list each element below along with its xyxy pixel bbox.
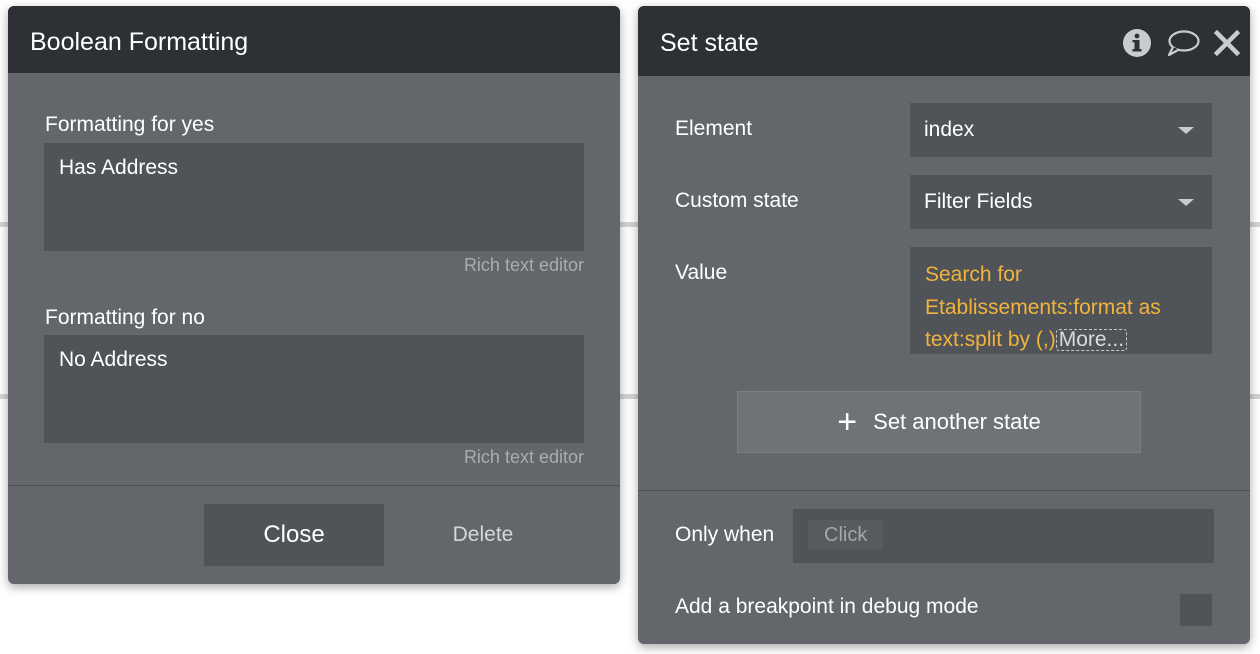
element-label: Element (675, 117, 753, 140)
panel-title: Boolean Formatting (8, 6, 620, 73)
formatting-no-label: Formatting for no (45, 306, 205, 329)
set-another-state-button[interactable]: + Set another state (737, 391, 1141, 453)
plus-icon: + (837, 403, 858, 441)
element-value: index (924, 118, 975, 141)
set-another-state-label: Set another state (873, 409, 1041, 434)
section-divider (638, 490, 1250, 491)
formatting-yes-input[interactable]: Has Address (44, 143, 584, 251)
value-expression-field[interactable]: Search for Etablissements:format as text… (910, 247, 1212, 354)
info-icon[interactable] (1122, 28, 1152, 58)
only-when-label: Only when (675, 523, 775, 546)
set-state-panel: Set state Element index Custom state Fil… (638, 6, 1250, 644)
comment-icon[interactable] (1166, 28, 1200, 58)
breakpoint-label: Add a breakpoint in debug mode (675, 595, 979, 618)
rich-text-editor-link[interactable]: Rich text editor (464, 255, 584, 276)
chevron-down-icon (1178, 199, 1194, 206)
panel-title: Set state (638, 6, 1250, 76)
breakpoint-checkbox[interactable] (1180, 594, 1212, 626)
only-when-field[interactable]: Click (793, 509, 1214, 563)
close-button[interactable]: Close (204, 504, 384, 566)
formatting-no-input[interactable]: No Address (44, 335, 584, 443)
boolean-formatting-panel: Boolean Formatting Formatting for yes Ha… (8, 6, 620, 584)
footer-divider (8, 485, 620, 486)
value-label: Value (675, 261, 728, 284)
element-dropdown[interactable]: index (910, 103, 1212, 157)
chevron-down-icon (1178, 127, 1194, 134)
delete-button[interactable]: Delete (438, 504, 528, 566)
custom-state-dropdown[interactable]: Filter Fields (910, 175, 1212, 229)
formatting-yes-label: Formatting for yes (45, 113, 215, 136)
custom-state-label: Custom state (675, 189, 799, 212)
more-link[interactable]: More... (1055, 329, 1128, 351)
close-icon[interactable] (1213, 28, 1241, 58)
rich-text-editor-link[interactable]: Rich text editor (464, 447, 584, 468)
custom-state-value: Filter Fields (924, 190, 1033, 213)
only-when-placeholder[interactable]: Click (808, 520, 884, 550)
